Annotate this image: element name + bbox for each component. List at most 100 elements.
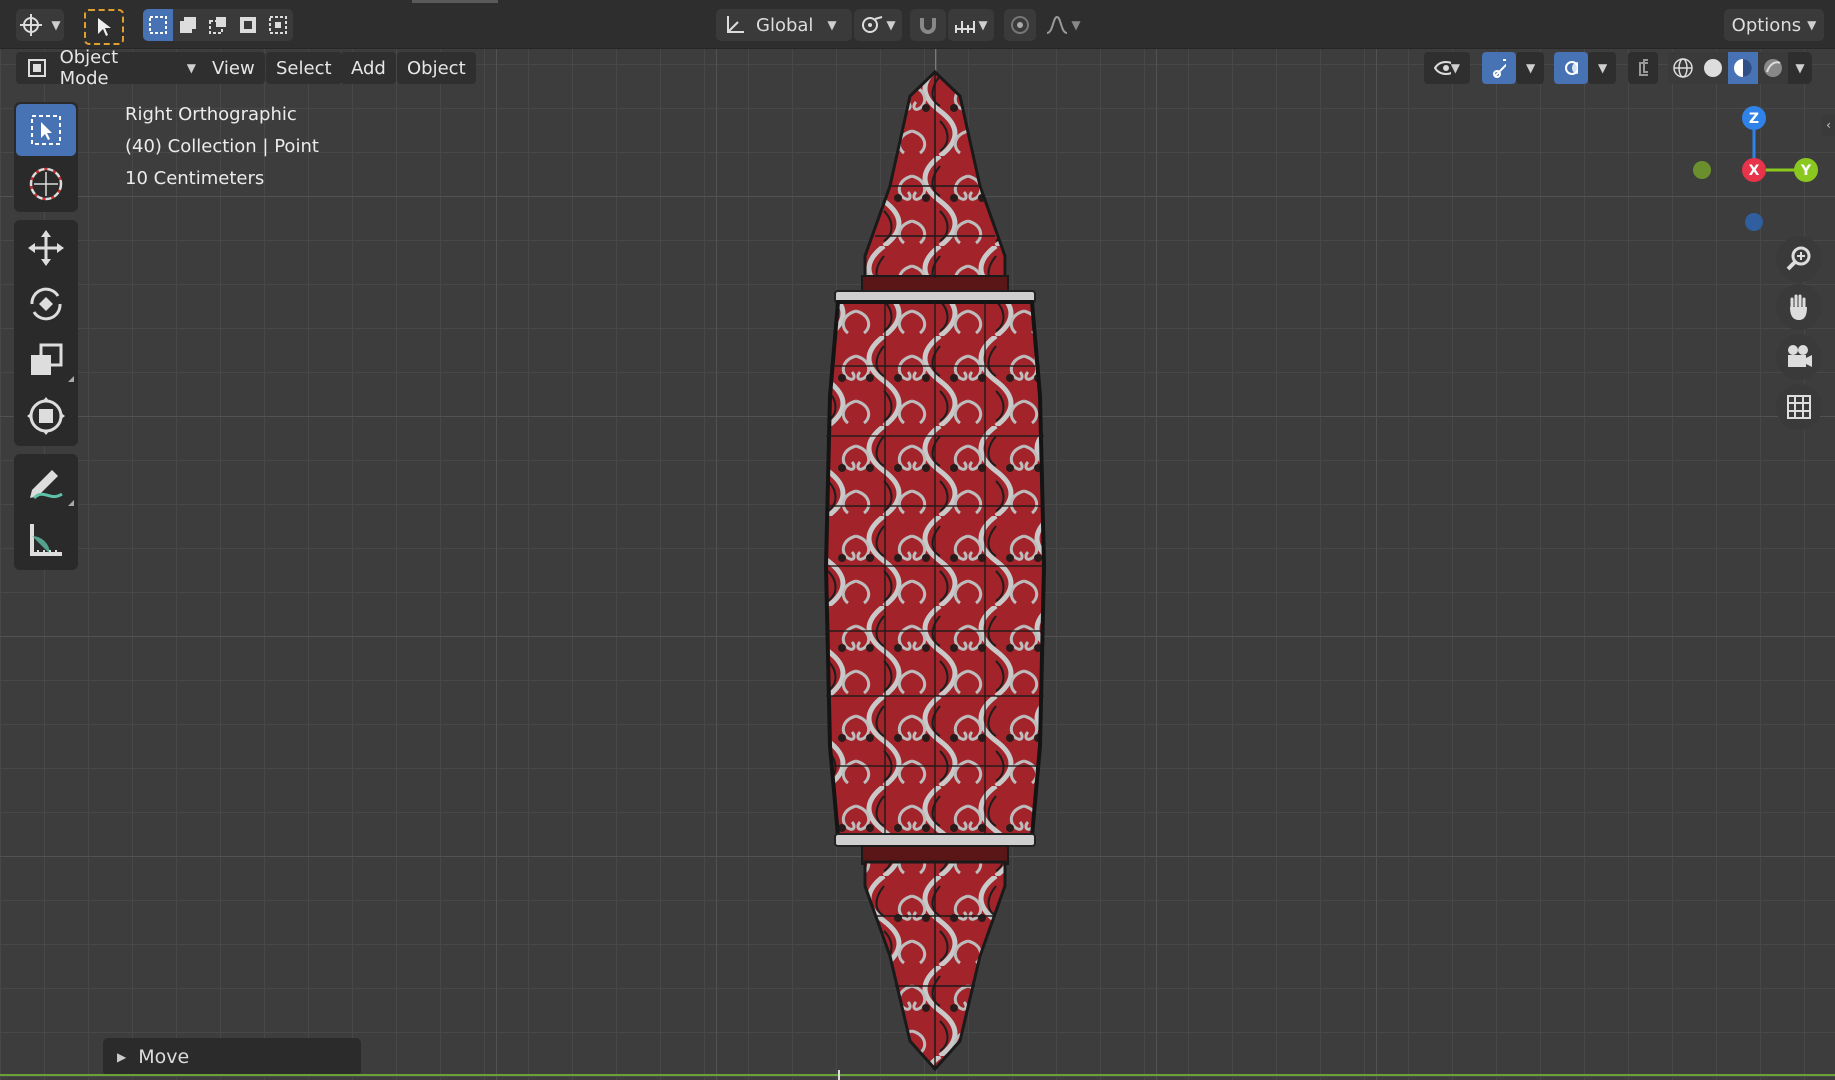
proportional-edit-toggle[interactable] [1004, 9, 1036, 41]
visibility-dropdown[interactable]: ▼ [1424, 52, 1470, 84]
select-box-icon [31, 115, 61, 145]
select-extend-button[interactable] [173, 9, 203, 41]
grid-scale-info: 10 Centimeters [125, 168, 265, 189]
zoom-magnifier-icon [1786, 246, 1811, 271]
options-label: Options [1731, 14, 1802, 36]
editor-type-button[interactable]: ▼ [16, 9, 64, 41]
x-axis-label: X [1749, 163, 1760, 179]
grid-icon [1787, 395, 1811, 419]
orientation-label: Global [756, 14, 814, 36]
overlays-icon [1565, 61, 1578, 75]
select-invert-button[interactable] [233, 9, 263, 41]
submenu-corner-icon [68, 376, 74, 382]
chevron-down-icon: ▼ [978, 18, 988, 32]
select-subtract-icon [209, 17, 226, 34]
tool-move[interactable] [16, 222, 76, 274]
origin-tick [838, 1070, 840, 1080]
y-axis-ground-line [0, 1074, 1835, 1076]
transform-orientation-dropdown[interactable]: Global ▼ [716, 9, 852, 41]
options-dropdown[interactable]: Options ▼ [1724, 9, 1824, 41]
select-extend-icon [180, 17, 196, 33]
shading-dropdown[interactable]: ▼ [1788, 52, 1812, 84]
transform-icon [27, 397, 65, 435]
chevron-down-icon: ▼ [1807, 18, 1817, 32]
hand-icon [1789, 294, 1807, 320]
operator-label: Move [138, 1046, 190, 1068]
grid-major-line [496, 0, 497, 1080]
menu-view[interactable]: View [202, 52, 265, 84]
gizmo-dropdown[interactable]: ▼ [1516, 52, 1544, 84]
menu-select[interactable]: Select [266, 52, 342, 84]
toolbar-group-annotate [14, 454, 78, 570]
tool-scale[interactable] [16, 334, 76, 386]
move-arrows-icon [28, 230, 64, 266]
tool-select-box[interactable] [16, 104, 76, 156]
tool-transform[interactable] [16, 390, 76, 442]
rotate-icon [30, 287, 62, 321]
select-new-button[interactable] [143, 9, 173, 41]
shading-wireframe-button[interactable] [1668, 52, 1698, 84]
select-subtract-button[interactable] [203, 9, 233, 41]
material-sphere-icon [1734, 59, 1752, 77]
overlays-dropdown[interactable]: ▼ [1588, 52, 1616, 84]
select-invert-icon [240, 17, 256, 33]
chevron-down-icon: ▼ [1598, 61, 1608, 75]
snap-toggle[interactable] [910, 9, 946, 41]
chevron-down-icon: ▼ [1526, 61, 1536, 75]
solid-sphere-icon [1704, 59, 1722, 77]
shading-solid-button[interactable] [1698, 52, 1728, 84]
menu-object[interactable]: Object [397, 52, 476, 84]
scale-icon [31, 343, 63, 375]
chevron-down-icon: ▼ [1071, 18, 1081, 32]
ortho-toggle-button[interactable] [1776, 384, 1822, 430]
zoom-button[interactable] [1776, 236, 1822, 282]
select-intersect-button[interactable] [263, 9, 293, 41]
rendered-sphere-icon [1764, 59, 1782, 77]
xray-toggle[interactable] [1628, 52, 1658, 84]
object-mode-icon [28, 59, 46, 77]
tool-rotate[interactable] [16, 278, 76, 330]
chevron-down-icon: ▼ [51, 18, 61, 32]
falloff-curve-icon [1047, 15, 1068, 34]
shading-material-button[interactable] [1728, 52, 1758, 84]
select-intersect-icon [269, 16, 287, 34]
chevron-down-icon: ▼ [1795, 61, 1805, 75]
tool-cursor[interactable] [16, 158, 76, 210]
grid-major-line [1156, 0, 1157, 1080]
snap-target-dropdown[interactable]: ▼ [948, 9, 994, 41]
viewport-header: ▼ Global ▼ ▼ ▼ ▼ Options ▼ [0, 0, 1835, 49]
pan-button[interactable] [1776, 284, 1822, 330]
gizmo-toggle[interactable] [1482, 52, 1516, 84]
shading-mode-group: ▼ [1668, 52, 1812, 84]
select-new-icon [149, 16, 167, 34]
tool-measure[interactable] [16, 514, 76, 566]
pivot-point-dropdown[interactable]: ▼ [854, 9, 902, 41]
tool-annotate[interactable] [16, 458, 76, 510]
last-operator-panel[interactable]: ▶ Move [103, 1038, 361, 1076]
overlays-toggle[interactable] [1554, 52, 1588, 84]
ornamental-object[interactable] [800, 66, 1070, 1076]
proportional-edit-icon [1011, 16, 1029, 34]
mode-dropdown[interactable]: Object Mode ▼ [16, 47, 206, 89]
shading-rendered-button[interactable] [1758, 52, 1788, 84]
snap-increment-icon [955, 21, 976, 33]
toolbar-group-select [14, 102, 78, 212]
wireframe-sphere-icon [1673, 58, 1693, 78]
3d-cursor-icon [29, 167, 63, 201]
neg-y-axis-ball[interactable] [1693, 161, 1711, 179]
camera-view-button[interactable] [1776, 334, 1822, 380]
chevron-down-icon: ▼ [886, 18, 896, 32]
submenu-corner-icon [68, 500, 74, 506]
magnet-icon [920, 18, 936, 34]
gizmo-icon [1493, 59, 1506, 78]
neg-z-axis-ball[interactable] [1745, 213, 1763, 231]
expand-triangle-icon: ▶ [117, 1050, 127, 1064]
select-tool-indicator[interactable] [84, 9, 124, 45]
proportional-falloff-dropdown[interactable]: ▼ [1040, 9, 1086, 41]
cursor-arrow-icon [98, 18, 111, 36]
navigation-gizmo[interactable]: Z Y X [1686, 102, 1826, 232]
menu-add[interactable]: Add [341, 52, 396, 84]
annotate-pencil-icon [30, 470, 63, 500]
chevron-down-icon: ▼ [1450, 61, 1460, 75]
sidebar-toggle-icon[interactable]: ‹ [1822, 114, 1835, 136]
